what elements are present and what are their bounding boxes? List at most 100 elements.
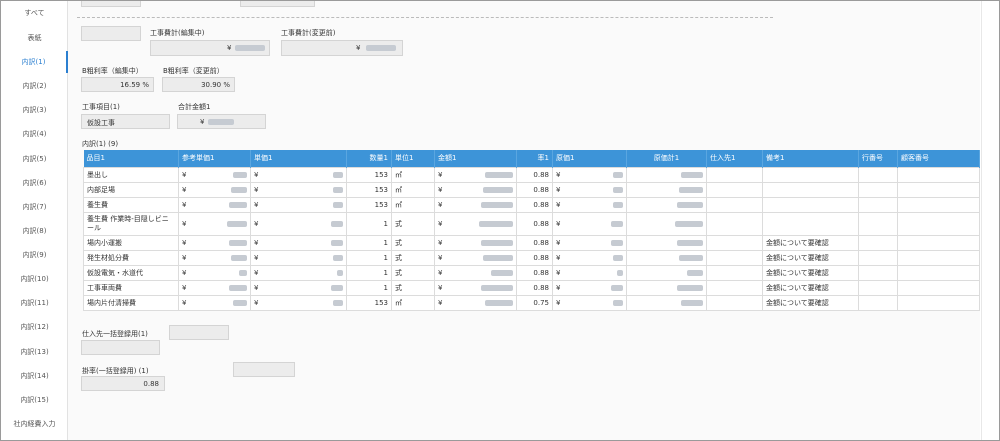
supplier-bulk-select[interactable] <box>169 325 229 340</box>
sidebar-item-breakdown-13[interactable]: 内訳(13) <box>1 341 68 363</box>
cell-row-no[interactable] <box>858 196 898 213</box>
sidebar-item-breakdown-12[interactable]: 内訳(12) <box>1 316 68 338</box>
cell-rate[interactable]: 0.88 <box>516 264 553 281</box>
cell-unit-price[interactable]: ¥ <box>250 294 347 311</box>
cell-rate[interactable]: 0.88 <box>516 196 553 213</box>
cell-cost-total[interactable] <box>626 211 707 236</box>
sidebar-item-internal-expense[interactable]: 社内経費入力 <box>1 413 68 435</box>
cell-amount[interactable]: ¥ <box>434 181 517 198</box>
cell-customer-no[interactable] <box>897 166 980 183</box>
rate-bulk-field[interactable]: 0.88 <box>81 376 165 391</box>
table-row[interactable]: 場内小運搬 ¥ ¥1 式 ¥0.88 ¥ 金額について要確認 <box>83 234 980 251</box>
cell-rate[interactable]: 0.88 <box>516 181 553 198</box>
cell-cost[interactable]: ¥ <box>552 196 627 213</box>
sidebar-item-breakdown-7[interactable]: 内訳(7) <box>1 196 68 218</box>
cell-rate[interactable]: 0.88 <box>516 279 553 296</box>
cell-supplier[interactable] <box>706 166 763 183</box>
sidebar-item-breakdown-10[interactable]: 内訳(10) <box>1 268 68 290</box>
cell-cost-total[interactable] <box>626 181 707 198</box>
cell-cost-total[interactable] <box>626 279 707 296</box>
sidebar-item-breakdown-6[interactable]: 内訳(6) <box>1 172 68 194</box>
col-header-customer-no[interactable]: 顧客番号 <box>897 150 980 167</box>
col-header-row-no[interactable]: 行番号 <box>858 150 898 167</box>
cell-note[interactable]: 金額について要確認 <box>762 294 859 311</box>
cell-row-no[interactable] <box>858 166 898 183</box>
cell-row-no[interactable] <box>858 181 898 198</box>
cell-cost-total[interactable] <box>626 234 707 251</box>
cell-ref-price[interactable]: ¥ <box>178 211 251 236</box>
table-row[interactable]: 養生費 作業時-目隠しビニール ¥ ¥1 式 ¥0.88 ¥ <box>83 211 980 236</box>
cell-unit-price[interactable]: ¥ <box>250 249 347 266</box>
cell-customer-no[interactable] <box>897 294 980 311</box>
cell-customer-no[interactable] <box>897 279 980 296</box>
cell-customer-no[interactable] <box>897 234 980 251</box>
cell-unit[interactable]: ㎡ <box>391 196 435 213</box>
cell-note[interactable]: 金額について要確認 <box>762 264 859 281</box>
cell-unit-price[interactable]: ¥ <box>250 196 347 213</box>
cell-amount[interactable]: ¥ <box>434 294 517 311</box>
sidebar-item-breakdown-5[interactable]: 内訳(5) <box>1 148 68 170</box>
table-row[interactable]: 墨出し ¥ ¥153 ㎡ ¥0.88 ¥ <box>83 166 980 183</box>
sidebar-item-breakdown-15[interactable]: 内訳(15) <box>1 389 68 411</box>
cell-rate[interactable]: 0.88 <box>516 234 553 251</box>
cell-row-no[interactable] <box>858 249 898 266</box>
cell-ref-price[interactable]: ¥ <box>178 166 251 183</box>
cell-customer-no[interactable] <box>897 196 980 213</box>
top-field-2[interactable] <box>240 1 315 7</box>
cell-amount[interactable]: ¥ <box>434 166 517 183</box>
sidebar-item-breakdown-3[interactable]: 内訳(3) <box>1 99 68 121</box>
sidebar-item-breakdown-8[interactable]: 内訳(8) <box>1 220 68 242</box>
cell-note[interactable]: 金額について要確認 <box>762 234 859 251</box>
cell-cost-total[interactable] <box>626 249 707 266</box>
cell-supplier[interactable] <box>706 249 763 266</box>
col-header-note[interactable]: 備考1 <box>762 150 859 167</box>
col-header-cost[interactable]: 原価1 <box>552 150 627 167</box>
col-header-item[interactable]: 品目1 <box>83 150 179 167</box>
cell-item[interactable]: 養生費 作業時-目隠しビニール <box>83 211 179 236</box>
cell-unit[interactable]: 式 <box>391 211 435 236</box>
col-header-qty[interactable]: 数量1 <box>346 150 392 167</box>
cell-qty[interactable]: 1 <box>346 249 392 266</box>
cell-ref-price[interactable]: ¥ <box>178 196 251 213</box>
cell-amount[interactable]: ¥ <box>434 264 517 281</box>
cell-unit-price[interactable]: ¥ <box>250 264 347 281</box>
cell-row-no[interactable] <box>858 211 898 236</box>
cell-amount[interactable]: ¥ <box>434 249 517 266</box>
cell-note[interactable] <box>762 166 859 183</box>
cell-qty[interactable]: 1 <box>346 211 392 236</box>
cell-unit-price[interactable]: ¥ <box>250 279 347 296</box>
cell-qty[interactable]: 153 <box>346 181 392 198</box>
cell-cost-total[interactable] <box>626 294 707 311</box>
cell-unit[interactable]: 式 <box>391 234 435 251</box>
cell-ref-price[interactable]: ¥ <box>178 279 251 296</box>
cell-rate[interactable]: 0.75 <box>516 294 553 311</box>
cell-amount[interactable]: ¥ <box>434 211 517 236</box>
col-header-unit-price[interactable]: 単価1 <box>250 150 347 167</box>
cell-cost[interactable]: ¥ <box>552 211 627 236</box>
cell-item[interactable]: 工事車両費 <box>83 279 179 296</box>
cell-note[interactable] <box>762 181 859 198</box>
cell-amount[interactable]: ¥ <box>434 234 517 251</box>
cell-cost[interactable]: ¥ <box>552 181 627 198</box>
cell-qty[interactable]: 153 <box>346 196 392 213</box>
col-header-unit[interactable]: 単位1 <box>391 150 435 167</box>
col-header-cost-total[interactable]: 原価計1 <box>626 150 707 167</box>
sidebar-item-breakdown-2[interactable]: 内訳(2) <box>1 75 68 97</box>
sidebar-item-breakdown-9[interactable]: 内訳(9) <box>1 244 68 266</box>
cell-ref-price[interactable]: ¥ <box>178 234 251 251</box>
scrollbar[interactable] <box>981 1 999 440</box>
cell-unit-price[interactable]: ¥ <box>250 181 347 198</box>
cell-amount[interactable]: ¥ <box>434 279 517 296</box>
cell-qty[interactable]: 1 <box>346 264 392 281</box>
cell-qty[interactable]: 153 <box>346 294 392 311</box>
cell-cost[interactable]: ¥ <box>552 249 627 266</box>
cell-unit[interactable]: ㎡ <box>391 294 435 311</box>
cell-cost[interactable]: ¥ <box>552 294 627 311</box>
sidebar-item-breakdown-14[interactable]: 内訳(14) <box>1 365 68 387</box>
cell-customer-no[interactable] <box>897 264 980 281</box>
cell-cost[interactable]: ¥ <box>552 264 627 281</box>
cell-unit-price[interactable]: ¥ <box>250 234 347 251</box>
cell-ref-price[interactable]: ¥ <box>178 294 251 311</box>
cell-unit[interactable]: ㎡ <box>391 181 435 198</box>
cell-ref-price[interactable]: ¥ <box>178 181 251 198</box>
